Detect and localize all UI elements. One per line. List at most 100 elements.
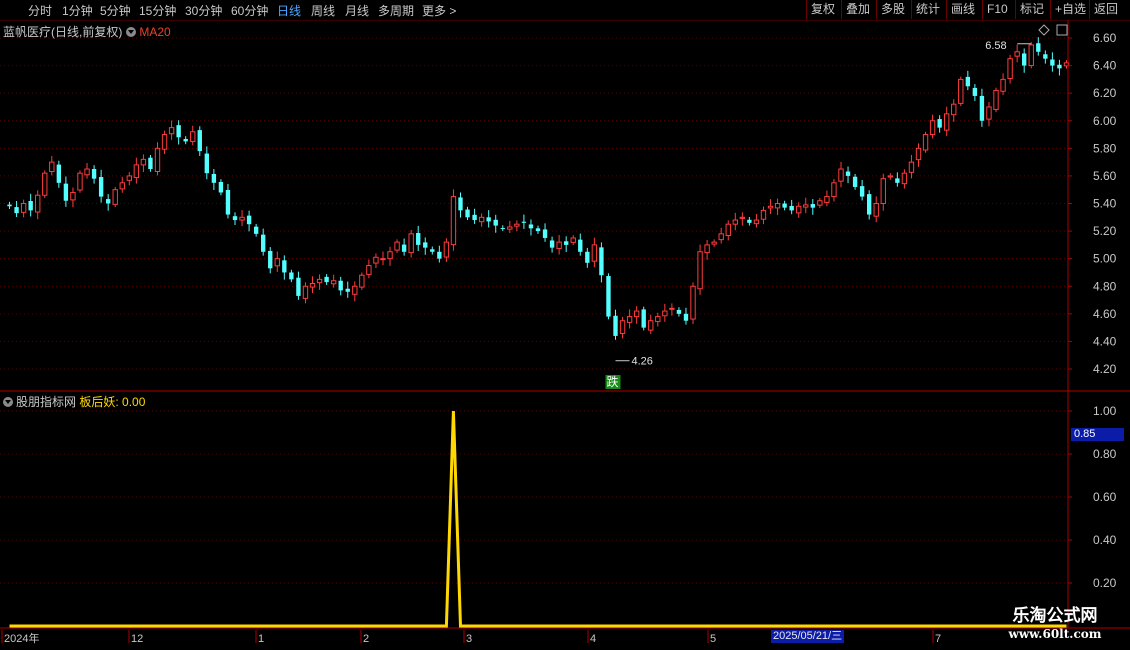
candle-body [478,216,485,223]
candle-body [782,203,787,208]
candle-body [1036,43,1041,52]
candle-body [725,223,731,236]
candle-body [796,205,802,214]
chevron-down-icon[interactable] [126,27,137,37]
series-label: 板后妖: [79,395,119,409]
candle-body [1000,78,1006,92]
diamond-icon[interactable] [1038,24,1050,36]
candle-body [887,175,894,178]
candle-body [161,134,168,150]
candle-body [63,183,69,201]
candle-body [239,216,245,221]
y-tick-label: 0.80 [1093,447,1117,461]
candle-body [585,251,590,263]
candle-body [352,285,358,295]
x-tick-label: 2024年 [4,631,39,645]
x-tick-label: 4 [590,633,596,645]
candle-body [183,138,188,142]
candle-body [373,256,379,264]
candle-body [500,228,505,230]
candle-body [148,157,153,170]
candle-body [253,226,259,234]
candle-body [84,168,90,176]
candle-body [535,228,541,232]
candle-body [14,207,19,214]
candle-body [753,219,760,225]
candle-body [655,316,661,323]
candle-body [274,258,280,267]
panel-toggle-icon[interactable] [1056,24,1068,36]
candle-body [824,196,830,203]
candle-body [803,204,809,208]
y-tick-label: 5.80 [1093,141,1117,155]
indicator-name: 股朋指标网 [16,395,77,409]
chart-mode: (日线,前复权) [51,25,123,39]
candle-body [112,189,118,205]
chevron-down-icon[interactable] [3,397,13,407]
ma-label: MA20 [139,25,171,39]
candle-body [1043,54,1048,59]
candle-body [528,224,534,229]
low-price-label: 4.26 [632,356,653,368]
signal-tag: 跌 [607,374,619,389]
y-tick-label: 5.20 [1093,224,1117,238]
candle-body [437,251,442,259]
candle-body [330,280,337,285]
candle-body [218,181,224,193]
candle-body [908,161,915,173]
candle-body [873,203,879,217]
candle-body [619,320,626,334]
candle-body [401,244,407,252]
candle-body [289,272,294,280]
candle-body [1007,58,1013,80]
candle-body [380,258,386,261]
candle-body [922,134,929,151]
candle-body [937,119,942,128]
candle-body [767,205,774,209]
candle-body [965,76,971,87]
candle-body [690,285,696,320]
candle-body [718,233,724,241]
candle-body [993,89,999,110]
candle-body [211,173,217,183]
candle-body [1057,64,1062,69]
y-tick-label: 0.60 [1093,490,1117,504]
candle-body [951,103,957,116]
candle-body [810,204,815,208]
main-chart-title: 蓝帆医疗(日线,前复权) MA20 [3,23,171,40]
candle-body [20,203,27,213]
y-tick-label: 4.60 [1093,307,1117,321]
y-tick-label: 4.20 [1093,362,1117,376]
candle-body [49,161,55,173]
y-tick-label: 6.00 [1093,114,1117,128]
candle-body [35,194,41,213]
candle-body [507,226,513,230]
candle-body [697,251,703,290]
y-tick-label: 0.40 [1093,533,1117,547]
candle-body [1022,53,1027,66]
y-tick-label: 6.60 [1093,31,1117,45]
chart-canvas[interactable]: 6.58 4.26 跌 6.60 6.40 6.20 6.00 5.80 5.60 5.40 5.… [0,0,1130,650]
x-tick-label: 3 [466,633,472,645]
candle-body [626,316,633,323]
x-tick-label: 5 [710,633,716,645]
x-tick-label: 2 [363,633,369,645]
candle-body [493,219,498,226]
candle-body [606,276,611,317]
candle-body [140,158,147,166]
candle-body [42,172,48,196]
y-tick-label: 5.00 [1093,252,1117,266]
candle-body [676,309,682,314]
stock-name: 蓝帆医疗 [3,25,52,39]
candle-body [838,168,844,182]
candle-body [866,194,872,215]
candle-body [345,288,350,292]
candle-body [732,219,738,225]
candle-body [895,178,900,183]
candle-body [408,233,414,254]
candle-body [225,189,231,215]
candle-body [1050,59,1055,66]
candle-body [168,127,175,135]
candle-body [986,106,992,120]
watermark: 乐淘公式网 www.60lt.com [985,606,1125,646]
